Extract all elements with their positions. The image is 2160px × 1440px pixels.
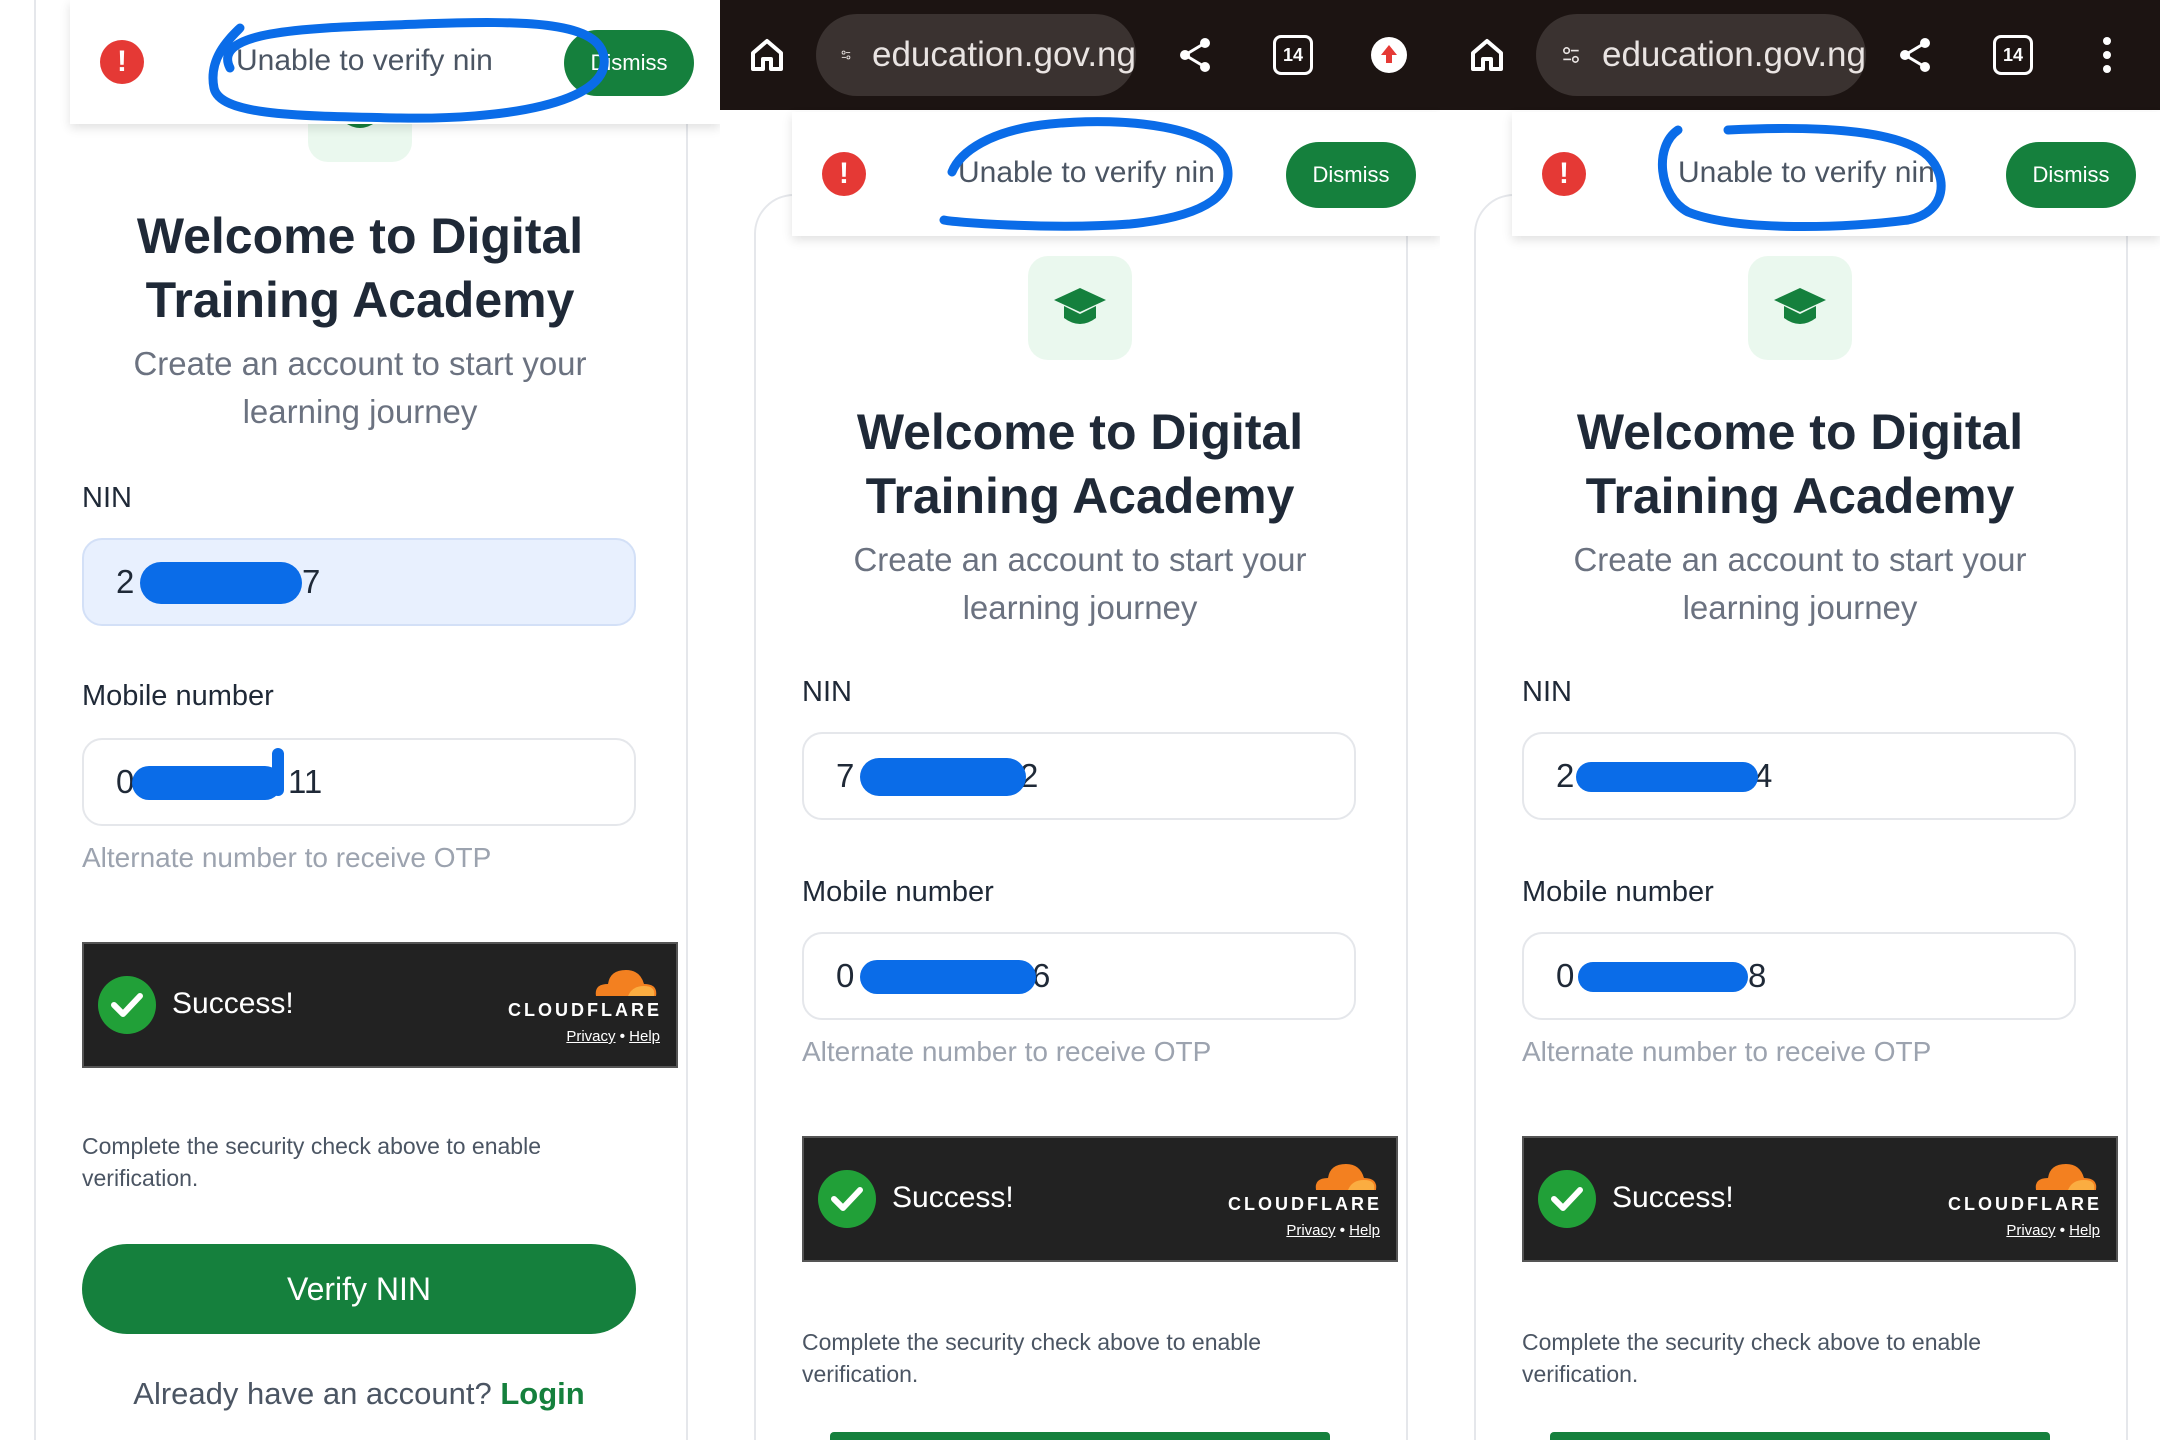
page-subtitle: Create an account to start your learning … <box>853 541 1307 626</box>
nin-input[interactable]: 2 4 <box>1522 732 2076 820</box>
help-link[interactable]: Help <box>2069 1222 2100 1239</box>
nin-label: NIN <box>802 676 852 708</box>
mobile-label: Mobile number <box>82 680 274 712</box>
url-text: education.gov.ng <box>1601 35 1866 74</box>
page-subtitle: Create an account to start your learning … <box>1573 541 2027 626</box>
redaction-mark <box>132 766 282 800</box>
address-bar[interactable]: education.gov.ng <box>816 14 1136 96</box>
dismiss-button[interactable]: Dismiss <box>1286 142 1416 208</box>
cloudflare-cloud-icon <box>1315 1164 1377 1190</box>
graduation-cap-icon <box>1774 288 1826 324</box>
page-title: Welcome to Digital Training Academy <box>1576 404 2024 524</box>
captcha-links: Privacy • Help <box>566 1028 660 1045</box>
help-link[interactable]: Help <box>1349 1222 1380 1239</box>
privacy-link[interactable]: Privacy <box>2006 1222 2055 1239</box>
browser-toolbar: education.gov.ng 14 <box>720 0 1440 110</box>
error-icon: ! <box>100 40 144 84</box>
screenshot-panel-3: education.gov.ng 14 ! Unable to verify n… <box>1440 0 2160 1440</box>
home-icon[interactable] <box>740 28 794 82</box>
redaction-mark <box>860 758 1026 796</box>
redaction-mark <box>140 562 302 604</box>
verify-nin-button-partial[interactable] <box>1550 1432 2050 1440</box>
site-settings-icon[interactable] <box>840 35 852 75</box>
error-icon: ! <box>1542 152 1586 196</box>
otp-hint: Alternate number to receive OTP <box>82 842 492 873</box>
captcha-status: Success! <box>1612 1181 1734 1214</box>
error-toast: ! Unable to verify nin Dismiss <box>70 0 720 124</box>
graduation-cap-icon <box>1054 288 1106 324</box>
privacy-link[interactable]: Privacy <box>566 1028 615 1045</box>
cloudflare-widget[interactable]: Success! CLOUDFLARE Privacy • Help <box>802 1136 1398 1262</box>
captcha-status: Success! <box>172 987 294 1020</box>
update-icon[interactable] <box>1362 28 1416 82</box>
redaction-mark <box>272 748 284 796</box>
privacy-link[interactable]: Privacy <box>1286 1222 1335 1239</box>
browser-toolbar: education.gov.ng 14 <box>1440 0 2160 110</box>
security-note: Complete the security check above to ena… <box>82 1133 541 1191</box>
home-icon[interactable] <box>1460 28 1514 82</box>
mobile-label: Mobile number <box>1522 876 1714 908</box>
error-icon: ! <box>822 152 866 196</box>
share-icon[interactable] <box>1168 28 1222 82</box>
mobile-label: Mobile number <box>802 876 994 908</box>
tab-switcher-button[interactable]: 14 <box>1266 28 1320 82</box>
success-check-icon <box>818 1170 876 1228</box>
cloudflare-brand: CLOUDFLARE <box>1228 1194 1382 1214</box>
dismiss-button[interactable]: Dismiss <box>564 30 694 96</box>
share-icon[interactable] <box>1888 28 1942 82</box>
graduation-cap-icon-container <box>1028 256 1132 360</box>
cloudflare-cloud-icon <box>595 970 657 996</box>
page-title: Welcome to Digital Training Academy <box>136 208 584 328</box>
login-link[interactable]: Login <box>500 1376 584 1411</box>
error-toast: ! Unable to verify nin Dismiss <box>792 112 1440 236</box>
mobile-input[interactable]: 0 8 <box>1522 932 2076 1020</box>
help-link[interactable]: Help <box>629 1028 660 1045</box>
toast-message: Unable to verify nin <box>236 44 493 77</box>
captcha-status: Success! <box>892 1181 1014 1214</box>
captcha-links: Privacy • Help <box>2006 1222 2100 1239</box>
otp-hint: Alternate number to receive OTP <box>1522 1036 1932 1067</box>
cloudflare-widget[interactable]: Success! CLOUDFLARE Privacy • Help <box>82 942 678 1068</box>
toast-message: Unable to verify nin <box>1678 156 1935 189</box>
site-settings-icon[interactable] <box>1560 35 1582 75</box>
redaction-mark <box>860 960 1036 994</box>
screenshot-panel-2: education.gov.ng 14 ! Unable to verify n… <box>720 0 1440 1440</box>
screenshot-panel-1: ! Unable to verify nin Dismiss Welcome t… <box>0 0 720 1440</box>
tab-switcher-button[interactable]: 14 <box>1986 28 2040 82</box>
otp-hint: Alternate number to receive OTP <box>802 1036 1212 1067</box>
address-bar[interactable]: education.gov.ng <box>1536 14 1866 96</box>
nin-label: NIN <box>82 482 132 514</box>
cloudflare-cloud-icon <box>2035 1164 2097 1190</box>
dismiss-button[interactable]: Dismiss <box>2006 142 2136 208</box>
graduation-cap-icon-container <box>1748 256 1852 360</box>
nin-input[interactable]: 7 2 <box>802 732 1356 820</box>
verify-nin-button-partial[interactable] <box>830 1432 1330 1440</box>
captcha-links: Privacy • Help <box>1286 1222 1380 1239</box>
redaction-mark <box>1578 962 1748 992</box>
security-note: Complete the security check above to ena… <box>802 1329 1261 1387</box>
success-check-icon <box>98 976 156 1034</box>
login-prompt: Already have an account? Login <box>133 1376 585 1411</box>
verify-nin-button[interactable]: Verify NIN <box>82 1244 636 1334</box>
more-menu-icon[interactable] <box>2080 28 2134 82</box>
nin-input[interactable]: 2 7 <box>82 538 636 626</box>
error-toast: ! Unable to verify nin Dismiss <box>1512 112 2160 236</box>
cloudflare-brand: CLOUDFLARE <box>1948 1194 2102 1214</box>
nin-label: NIN <box>1522 676 1572 708</box>
toast-message: Unable to verify nin <box>958 156 1215 189</box>
page-subtitle: Create an account to start your learning … <box>133 345 587 430</box>
success-check-icon <box>1538 1170 1596 1228</box>
url-text: education.gov.ng <box>871 35 1136 74</box>
redaction-mark <box>1576 762 1758 792</box>
mobile-input[interactable]: 0 11 <box>82 738 636 826</box>
mobile-input[interactable]: 0 6 <box>802 932 1356 1020</box>
cloudflare-brand: CLOUDFLARE <box>508 1000 662 1020</box>
security-note: Complete the security check above to ena… <box>1522 1329 1981 1387</box>
cloudflare-widget[interactable]: Success! CLOUDFLARE Privacy • Help <box>1522 1136 2118 1262</box>
page-title: Welcome to Digital Training Academy <box>856 404 1304 524</box>
